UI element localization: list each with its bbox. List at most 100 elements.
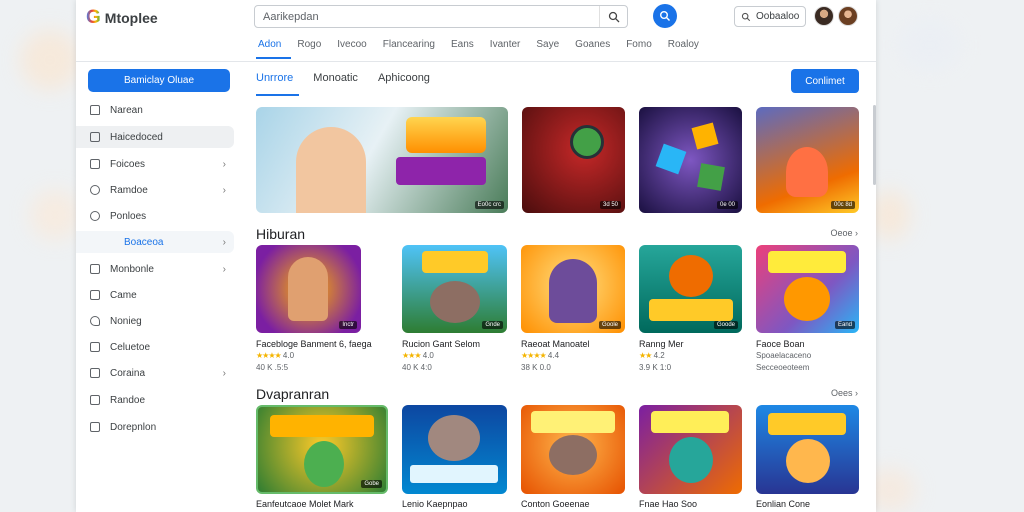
- app-title[interactable]: Lenio Kaepnpao: [402, 499, 468, 509]
- search-icon: [660, 11, 670, 21]
- tab-ivecoo[interactable]: Ivecoo: [335, 37, 376, 59]
- featured-tile[interactable]: 00c 8d: [756, 107, 859, 213]
- calendar-icon: [90, 342, 100, 352]
- app-title[interactable]: Rucion Gant Selom: [402, 339, 480, 349]
- grid-icon: [90, 264, 100, 274]
- app-meta: 40 K .5:5: [256, 363, 289, 372]
- app-tile[interactable]: Eand: [756, 245, 859, 333]
- sidebar-item-coraina[interactable]: Coraina ›: [76, 362, 234, 384]
- game-art: [651, 411, 729, 433]
- subtab-aphicoong[interactable]: Aphicoong: [378, 72, 436, 96]
- sidebar-item-monbonle[interactable]: Monbonle ›: [76, 258, 234, 280]
- game-art: [768, 251, 846, 273]
- subtab-unrrore[interactable]: Unrrore: [256, 72, 300, 96]
- home-icon: [90, 105, 100, 115]
- app-title[interactable]: Faoce Boan: [756, 339, 805, 349]
- app-meta: Secceoeoteem: [756, 363, 810, 372]
- avatar[interactable]: [814, 6, 834, 26]
- avatar[interactable]: [838, 6, 858, 26]
- app-title[interactable]: Conton Goeenae: [521, 499, 590, 509]
- search-pill-label: Oobaaloo: [756, 11, 800, 22]
- top-bar: G Mtoplee Aarikepdan Oobaaloo Adon Rogo …: [76, 0, 876, 62]
- app-rating: Spoaelacaceno: [756, 351, 812, 360]
- app-tile[interactable]: [521, 405, 625, 494]
- tab-ivanter[interactable]: Ivanter: [488, 37, 531, 59]
- app-tile[interactable]: [639, 405, 742, 494]
- game-art: [396, 157, 486, 185]
- game-art: [422, 251, 488, 273]
- app-tile[interactable]: Goode: [639, 245, 742, 333]
- sidebar-item-ponloes[interactable]: Ponloes: [76, 205, 234, 227]
- sidebar-item-boaceoa[interactable]: Boaceoa ›: [76, 231, 234, 253]
- app-badge: Inctr: [339, 321, 357, 329]
- top-nav: Adon Rogo Ivecoo Flancearing Eans Ivante…: [256, 37, 713, 59]
- app-title[interactable]: Ranng Mer: [639, 339, 684, 349]
- sidebar-item-celuetoe[interactable]: Celuetoe: [76, 336, 234, 358]
- search-input[interactable]: Aarikepdan: [254, 5, 628, 28]
- document-icon: [90, 395, 100, 405]
- app-title[interactable]: Eanfeutcaoe Molet Mark: [256, 499, 354, 509]
- sidebar-item-nonieg[interactable]: Nonieg: [76, 310, 234, 332]
- featured-tile[interactable]: 0e 00: [639, 107, 742, 213]
- search-placeholder: Aarikepdan: [263, 10, 319, 23]
- tab-fomo[interactable]: Fomo: [624, 37, 662, 59]
- logo[interactable]: G Mtoplee: [86, 7, 158, 29]
- featured-banner[interactable]: Eo0c crc: [256, 107, 508, 213]
- game-art: [691, 122, 719, 150]
- app-tile[interactable]: Gobe: [256, 405, 388, 494]
- sidebar-item-foicoes[interactable]: Foicoes ›: [76, 153, 234, 175]
- featured-badge: 0e 00: [716, 201, 738, 209]
- game-art: [549, 259, 597, 323]
- tab-roaloy[interactable]: Roaloy: [666, 37, 709, 59]
- app-tile[interactable]: [402, 405, 507, 494]
- see-more-link[interactable]: Oeoe ›: [830, 228, 858, 238]
- app-tile[interactable]: [756, 405, 859, 494]
- primary-action-button[interactable]: Bamiclay Oluae: [88, 69, 230, 92]
- game-art: [649, 299, 733, 321]
- app-badge: Gobe: [361, 480, 382, 488]
- subtab-monoatic[interactable]: Monoatic: [313, 72, 364, 96]
- game-art: [786, 439, 830, 483]
- game-art: [430, 281, 480, 323]
- featured-badge: 3d 50: [599, 201, 621, 209]
- tab-eans[interactable]: Eans: [449, 37, 484, 59]
- search-icon[interactable]: [599, 6, 627, 27]
- sidebar-item-ramdoe[interactable]: Ramdoe ›: [76, 179, 234, 201]
- section-title: Dvapranran: [256, 386, 330, 402]
- assistant-button[interactable]: [653, 4, 677, 28]
- app-badge: Gnde: [482, 321, 503, 329]
- sidebar-item-narean[interactable]: Narean: [76, 99, 234, 121]
- star-rating-icon: ★★★: [402, 351, 421, 360]
- tab-adon[interactable]: Adon: [256, 37, 292, 59]
- search-pill-button[interactable]: Oobaaloo: [734, 6, 806, 27]
- tab-flancearing[interactable]: Flancearing: [381, 37, 445, 59]
- main-content: Unrrore Monoatic Aphicoong Conlimet Eo0c…: [256, 62, 866, 512]
- app-tile[interactable]: Goole: [521, 245, 625, 333]
- app-rating: ★★★ 4.0: [402, 351, 434, 360]
- featured-badge: 00c 8d: [830, 201, 855, 209]
- star-rating-icon: ★★: [639, 351, 652, 360]
- game-art: [288, 257, 328, 321]
- app-title[interactable]: Facebloge Banment 6, faega: [256, 339, 372, 349]
- tab-rogo[interactable]: Rogo: [295, 37, 331, 59]
- app-tile[interactable]: Gnde: [402, 245, 507, 333]
- sidebar-item-haicedoced[interactable]: Haicedoced: [76, 126, 234, 148]
- see-more-link[interactable]: Oees ›: [831, 388, 858, 398]
- app-rating: ★★★★ 4.0: [256, 351, 295, 360]
- sidebar-item-randoe[interactable]: Randoe: [76, 389, 234, 411]
- app-title[interactable]: Fnae Hao Soo: [639, 499, 697, 509]
- app-title[interactable]: Raeoat Manoatel: [521, 339, 590, 349]
- game-art: [768, 413, 846, 435]
- app-title[interactable]: Eonlian Cone: [756, 499, 810, 509]
- app-tile[interactable]: Inctr: [256, 245, 361, 333]
- tab-goanes[interactable]: Goanes: [573, 37, 620, 59]
- tab-saye[interactable]: Saye: [534, 37, 569, 59]
- featured-tile[interactable]: 3d 50: [522, 107, 625, 213]
- sidebar-item-dorepnlon[interactable]: Dorepnlon: [76, 416, 234, 438]
- scrollbar[interactable]: [873, 105, 876, 185]
- game-art: [697, 163, 725, 191]
- chevron-right-icon: ›: [222, 184, 226, 196]
- cta-button[interactable]: Conlimet: [791, 69, 859, 93]
- game-art: [410, 465, 498, 483]
- sidebar-item-came[interactable]: Came: [76, 284, 234, 306]
